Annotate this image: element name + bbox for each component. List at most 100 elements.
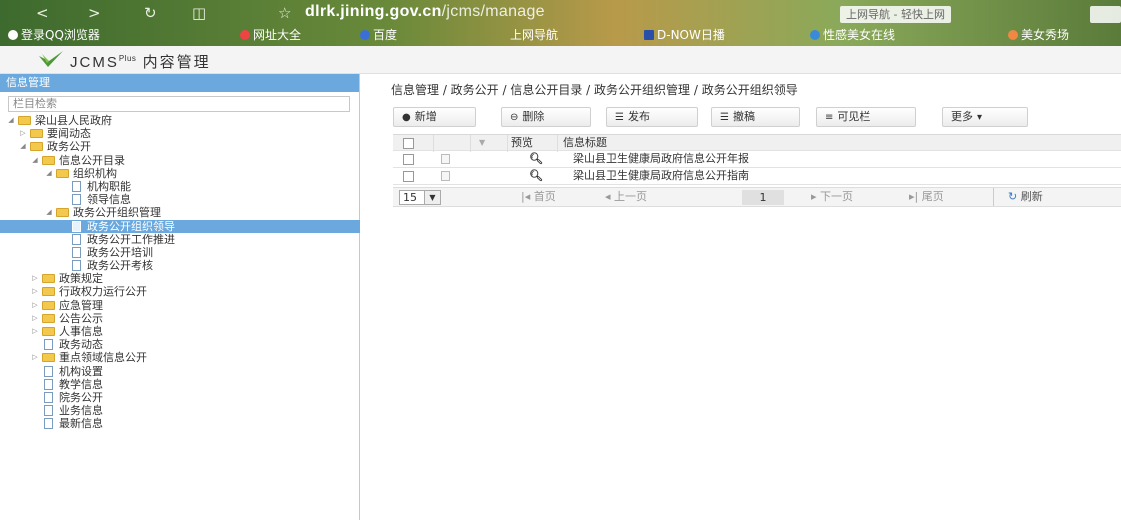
add-button[interactable]: ● 新增 [393, 107, 476, 127]
expand-closed-icon[interactable]: ▷ [30, 312, 40, 325]
folder-icon [56, 168, 69, 178]
row-checkbox[interactable] [403, 154, 414, 165]
expand-closed-icon[interactable]: ▷ [30, 299, 40, 312]
expand-closed-icon[interactable]: ▷ [30, 351, 40, 364]
tree-node[interactable]: ◢ 政务公开组织管理 [0, 206, 360, 219]
publish-icon: ☰ [615, 112, 624, 123]
breadcrumb: 信息管理 / 政务公开 / 信息公开目录 / 政务公开组织管理 / 政务公开组织… [391, 83, 798, 97]
withdraw-label: 撤稿 [732, 110, 755, 123]
tree-node[interactable]: ▷ 人事信息 [0, 325, 360, 338]
tree-node[interactable]: 政务公开工作推进 [0, 233, 360, 246]
expand-closed-icon[interactable]: ▷ [30, 285, 40, 298]
bookmark-beauty[interactable]: 性感美女在线 [810, 26, 895, 44]
beauty-icon [810, 30, 820, 40]
tree-node[interactable]: ◢ 梁山县人民政府 [0, 114, 360, 127]
bookmark-hao[interactable]: 网址大全 [240, 26, 301, 44]
tree-node[interactable]: 业务信息 [0, 404, 360, 417]
tree-node[interactable]: 教学信息 [0, 378, 360, 391]
tree-node[interactable]: 政务公开组织领导 [0, 219, 360, 233]
bookmark-show[interactable]: 美女秀场 [1008, 26, 1069, 44]
first-page-button[interactable]: |◂ 首页 [521, 188, 556, 206]
publish-label: 发布 [627, 110, 650, 123]
tree-node[interactable]: 政务公开培训 [0, 246, 360, 259]
tree-node[interactable]: ▷ 政策规定 [0, 272, 360, 285]
page-number-input[interactable]: 1 [742, 190, 784, 205]
list-icon: ≡ [825, 112, 834, 123]
last-page-button[interactable]: ▸| 尾页 [909, 188, 944, 206]
expand-closed-icon[interactable]: ▷ [30, 325, 40, 338]
withdraw-button[interactable]: ☰ 撤稿 [711, 107, 800, 127]
back-icon[interactable]: < [36, 2, 49, 24]
tree-node[interactable]: ◢ 组织机构 [0, 167, 360, 180]
next-page-button[interactable]: ▸ 下一页 [811, 188, 853, 206]
publish-button[interactable]: ☰ 发布 [606, 107, 698, 127]
folder-icon [56, 208, 69, 218]
page-icon [44, 365, 53, 377]
star-icon[interactable]: ☆ [278, 2, 291, 24]
page-size-value: 15 [403, 191, 417, 204]
tree-node-label: 院务公开 [59, 390, 103, 404]
row-checkbox[interactable] [403, 171, 414, 182]
more-button[interactable]: 更多 ▾ [942, 107, 1028, 127]
sort-icon[interactable]: ▼ [479, 135, 485, 152]
plus-circle-icon: ● [402, 112, 411, 123]
expand-open-icon[interactable]: ◢ [44, 167, 54, 180]
tree-node[interactable]: 机构职能 [0, 180, 360, 193]
tree-node[interactable]: ▷ 行政权力运行公开 [0, 285, 360, 298]
expand-open-icon[interactable]: ◢ [6, 114, 16, 127]
page-icon [72, 260, 81, 272]
bookmark-baidu[interactable]: 百度 [360, 26, 397, 44]
page-icon [44, 378, 53, 390]
bookmark-nav[interactable]: 上网导航 [510, 26, 558, 44]
expand-closed-icon[interactable]: ▷ [30, 272, 40, 285]
left-panel: 信息管理 栏目检索 ◢ 梁山县人民政府 ▷ 要闻动态 ◢ 政务公开 ◢ 信息公开目录 ◢ 组织机构… [0, 74, 360, 520]
qq-icon [8, 30, 18, 40]
tree-node[interactable]: ▷ 重点领域信息公开 [0, 351, 360, 364]
expand-open-icon[interactable]: ◢ [18, 140, 28, 153]
bookmark-dnow[interactable]: D-NOW日播 [644, 26, 725, 44]
tree-node[interactable]: 政务公开考核 [0, 259, 360, 272]
tree-node[interactable]: ▷ 公告公示 [0, 312, 360, 325]
tree-search-input[interactable]: 栏目检索 [8, 96, 350, 112]
tree-node[interactable]: ◢ 信息公开目录 [0, 154, 360, 167]
table-row[interactable]: 🔍︎ 梁山县卫生健康局政府信息公开指南 [393, 168, 1121, 185]
delete-button[interactable]: ⊖ 删除 [501, 107, 591, 127]
tree-node[interactable]: 院务公开 [0, 391, 360, 404]
forward-icon[interactable]: > [88, 2, 101, 24]
app-header: JCMSPlus 内容管理 [0, 46, 1121, 74]
tree-node-label: 最新信息 [59, 417, 103, 431]
table-row[interactable]: 🔍︎ 梁山县卫生健康局政府信息公开年报 [393, 151, 1121, 168]
prev-page-button[interactable]: ◂ 上一页 [605, 188, 647, 206]
browser-tab-2[interactable] [1090, 6, 1121, 23]
refresh-icon[interactable]: ↻ [144, 2, 157, 24]
expand-open-icon[interactable]: ◢ [30, 154, 40, 167]
tree-node[interactable]: 政务动态 [0, 338, 360, 351]
bookmark-label: 美女秀场 [1021, 28, 1070, 42]
select-all-checkbox[interactable] [403, 138, 414, 149]
tree-node[interactable]: ▷ 应急管理 [0, 299, 360, 312]
page-icon [44, 405, 53, 417]
expand-closed-icon[interactable]: ▷ [18, 127, 28, 140]
page-icon [72, 220, 81, 232]
tree-node[interactable]: 机构设置 [0, 365, 360, 378]
tree-node[interactable]: 领导信息 [0, 193, 360, 206]
tree-node[interactable]: ◢ 政务公开 [0, 140, 360, 153]
row-title[interactable]: 梁山县卫生健康局政府信息公开指南 [573, 168, 749, 185]
page-size-select[interactable]: 15 ▼ [399, 190, 441, 205]
expand-open-icon[interactable]: ◢ [44, 206, 54, 219]
col-title-header[interactable]: 信息标题 [563, 135, 607, 152]
tree-node[interactable]: ▷ 要闻动态 [0, 127, 360, 140]
preview-search-icon[interactable]: 🔍︎ [529, 151, 543, 168]
window-icon[interactable]: ◫ [192, 2, 206, 24]
preview-search-icon[interactable]: 🔍︎ [529, 168, 543, 185]
tree-node[interactable]: 最新信息 [0, 417, 360, 430]
column-divider [507, 135, 508, 152]
tab-title: 上网导航 - 轻快上网 [846, 8, 945, 21]
row-title[interactable]: 梁山县卫生健康局政府信息公开年报 [573, 151, 749, 168]
visible-columns-button[interactable]: ≡ 可见栏 [816, 107, 916, 127]
bookmark-qq[interactable]: 登录QQ浏览器 [8, 26, 100, 44]
refresh-button[interactable]: ↻ 刷新 [993, 188, 1043, 206]
hao-icon [240, 30, 250, 40]
browser-tab[interactable]: 上网导航 - 轻快上网 [840, 6, 951, 23]
address-bar[interactable]: dlrk.jining.gov.cn/jcms/manage [305, 3, 545, 21]
